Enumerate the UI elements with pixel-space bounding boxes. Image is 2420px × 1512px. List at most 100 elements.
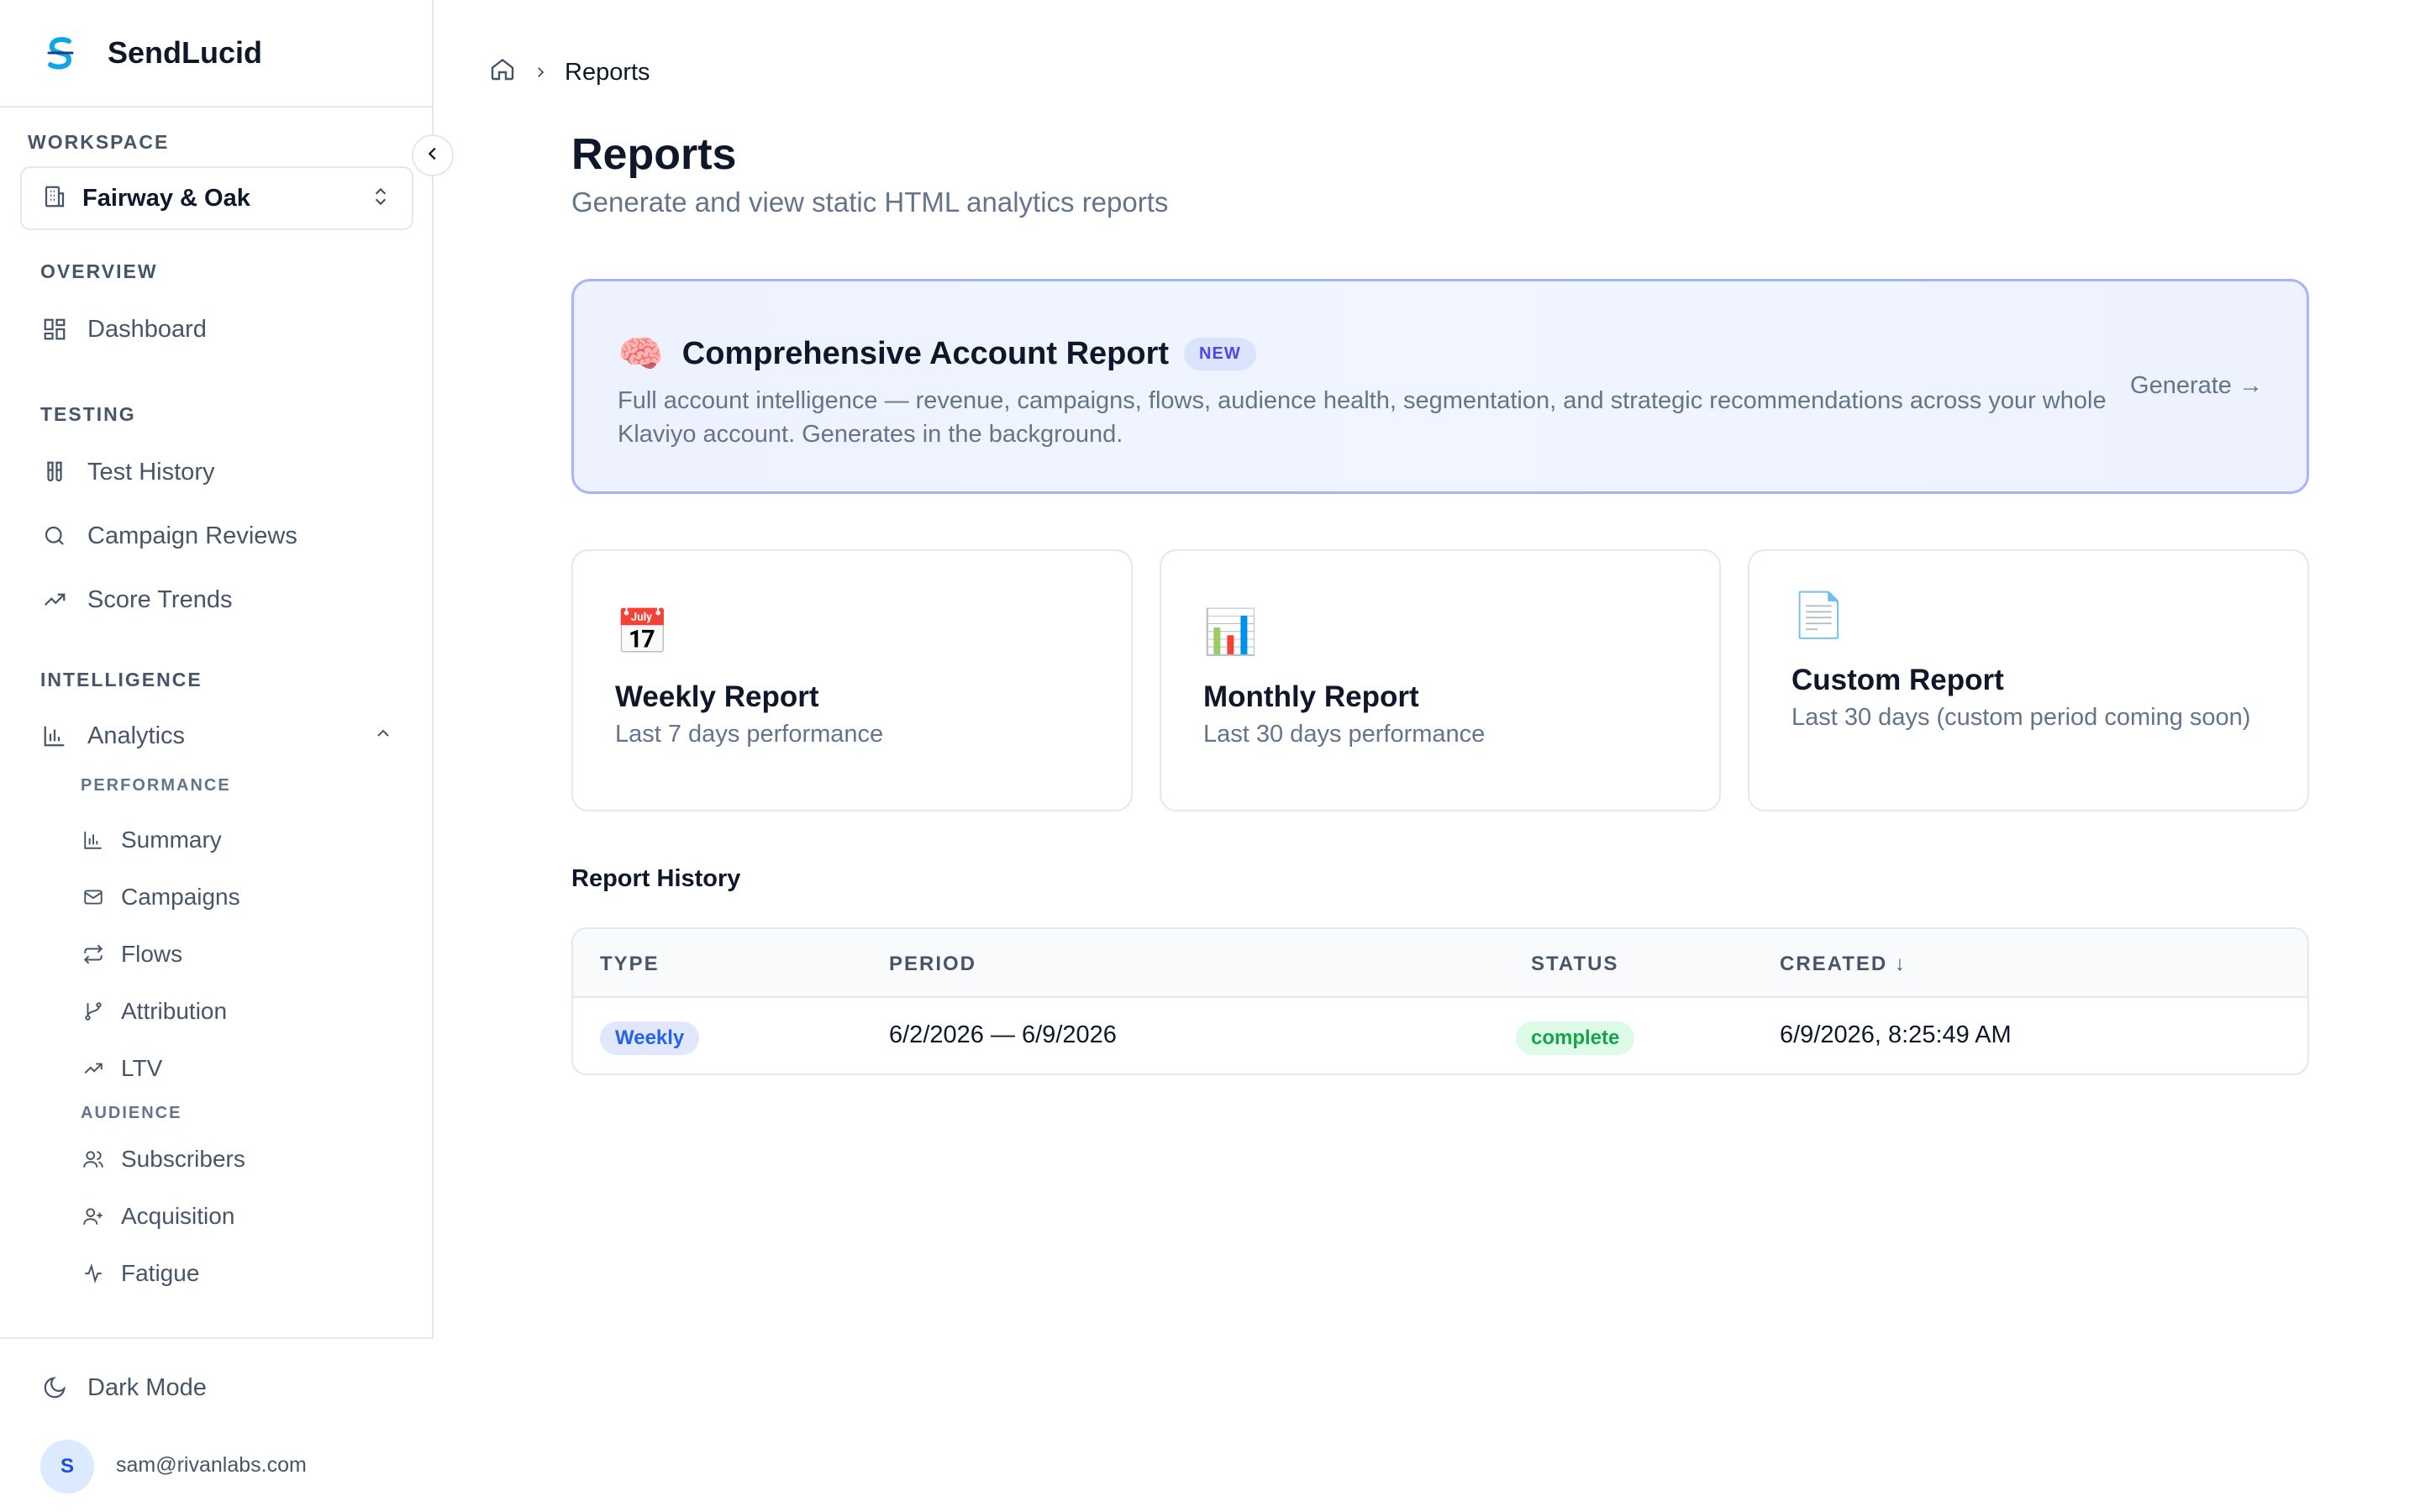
nav-item-test-history[interactable]: Test History (40, 449, 214, 496)
monthly-report-card[interactable]: 📊 Monthly Report Last 30 days performanc… (1160, 549, 1721, 811)
dashboard-icon (40, 315, 69, 344)
calendar-icon: 📅 (615, 608, 670, 657)
nav-item-campaign-reviews[interactable]: Campaign Reviews (40, 512, 297, 559)
workspace-label: WORKSPACE (28, 131, 170, 153)
dark-mode-label: Dark Mode (87, 1373, 207, 1401)
main-content: Reports Reports Generate and view static… (434, 0, 2420, 1512)
brain-icon: 🧠 (618, 333, 664, 375)
building-icon (42, 184, 67, 213)
app-name: SendLucid (108, 35, 263, 70)
card-description: Last 30 days (custom period coming soon) (1791, 704, 2251, 731)
hero-description: Full account intelligence — revenue, cam… (618, 387, 2107, 448)
nav-label: Test History (87, 458, 215, 486)
report-history-title: Report History (571, 865, 741, 892)
nav-label: Acquisition (121, 1203, 235, 1229)
dark-mode-toggle[interactable]: Dark Mode (40, 1364, 207, 1411)
type-badge: Weekly (600, 1021, 700, 1055)
trending-up-icon (40, 585, 69, 614)
test-tubes-icon (40, 458, 69, 486)
column-type[interactable]: TYPE (600, 953, 660, 976)
nav-item-dashboard[interactable]: Dashboard (40, 306, 207, 353)
report-type-cards: 📅 Weekly Report Last 7 days performance … (571, 549, 2309, 811)
brand[interactable]: SendLucid (0, 0, 432, 108)
nav-item-summary[interactable]: Summary (81, 818, 222, 862)
nav-item-flows[interactable]: Flows (81, 932, 182, 976)
workspace-selector[interactable]: Fairway & Oak (20, 166, 413, 230)
nav-label: LTV (121, 1055, 163, 1081)
nav-item-acquisition[interactable]: Acquisition (81, 1194, 234, 1238)
created-cell: 6/9/2026, 8:25:49 AM (1780, 1021, 2012, 1048)
card-title: Weekly Report (615, 680, 819, 713)
nav-label: Score Trends (87, 585, 233, 613)
repeat-icon (81, 942, 106, 967)
hero-title-row: 🧠 Comprehensive Account Report NEW (618, 332, 1256, 375)
group-label-intelligence: INTELLIGENCE (40, 669, 203, 690)
bar-chart-icon: 📊 (1203, 608, 1258, 657)
generate-button[interactable]: Generate → (2130, 372, 2263, 400)
hero-title: Comprehensive Account Report (681, 335, 1170, 371)
moon-icon (40, 1373, 69, 1402)
weekly-report-card[interactable]: 📅 Weekly Report Last 7 days performance (571, 549, 1133, 811)
sub-label-audience: AUDIENCE (81, 1104, 182, 1122)
sendlucid-logo-icon (37, 29, 84, 76)
table-header: TYPE PERIOD STATUS CREATED ↓ (573, 929, 2307, 998)
column-status[interactable]: STATUS (1531, 953, 1618, 976)
nav-item-attribution[interactable]: Attribution (81, 990, 227, 1033)
chevron-right-icon (533, 59, 548, 87)
nav-item-subscribers[interactable]: Subscribers (81, 1137, 245, 1181)
card-title: Monthly Report (1203, 680, 1419, 713)
sub-label-performance: PERFORMANCE (81, 776, 231, 795)
breadcrumb: Reports (489, 55, 650, 89)
chevron-left-icon (424, 144, 442, 167)
nav-item-score-trends[interactable]: Score Trends (40, 576, 232, 623)
avatar[interactable]: S (40, 1440, 94, 1494)
nav-label: Fatigue (121, 1260, 200, 1286)
nav-label: Subscribers (121, 1146, 245, 1172)
breadcrumb-current: Reports (565, 58, 650, 86)
nav-item-campaigns[interactable]: Campaigns (81, 875, 240, 919)
chevron-up-down-icon (370, 184, 392, 213)
card-description: Last 30 days performance (1203, 721, 1486, 748)
nav-label: Attribution (121, 998, 228, 1024)
bar-chart-icon (40, 722, 69, 750)
nav-label: Analytics (87, 722, 186, 749)
nav-label: Dashboard (87, 315, 207, 343)
workspace-name: Fairway & Oak (82, 184, 250, 212)
search-icon (40, 522, 69, 550)
home-icon[interactable] (489, 55, 516, 89)
nav-label: Campaign Reviews (87, 522, 297, 549)
new-badge: NEW (1184, 337, 1256, 370)
document-icon: 📄 (1791, 591, 1846, 640)
group-label-testing: TESTING (40, 403, 136, 425)
status-badge: complete (1516, 1021, 1635, 1055)
git-branch-icon (81, 999, 106, 1024)
nav-label: Flows (121, 941, 183, 967)
custom-report-card[interactable]: 📄 Custom Report Last 30 days (custom per… (1748, 549, 2309, 811)
period-cell: 6/2/2026 — 6/9/2026 (889, 1021, 1117, 1048)
nav-label: Summary (121, 827, 222, 853)
mail-icon (81, 885, 106, 910)
page-title: Reports (571, 130, 737, 179)
sidebar-footer: Dark Mode S sam@rivanlabs.com (0, 1337, 434, 1512)
column-created[interactable]: CREATED ↓ (1780, 953, 1907, 976)
group-label-overview: OVERVIEW (40, 260, 158, 282)
nav-item-ltv[interactable]: LTV (81, 1047, 162, 1090)
report-history-table: TYPE PERIOD STATUS CREATED ↓ Weekly 6/2/… (571, 927, 2309, 1075)
table-row[interactable]: Weekly 6/2/2026 — 6/9/2026 complete 6/9/… (573, 998, 2307, 1074)
chevron-up-icon (373, 722, 393, 750)
bar-chart-icon (81, 827, 106, 853)
page-subtitle: Generate and view static HTML analytics … (571, 186, 1169, 218)
card-title: Custom Report (1791, 664, 2004, 696)
column-period[interactable]: PERIOD (889, 953, 976, 976)
card-description: Last 7 days performance (615, 721, 884, 748)
user-plus-icon (81, 1204, 106, 1229)
nav-item-fatigue[interactable]: Fatigue (81, 1252, 199, 1295)
sidebar: SendLucid WORKSPACE Fairway & Oak OVERVI… (0, 0, 454, 1512)
trending-up-icon (81, 1056, 106, 1081)
nav-item-analytics[interactable]: Analytics (40, 712, 393, 759)
nav-label: Campaigns (121, 884, 240, 910)
user-email: sam@rivanlabs.com (116, 1453, 307, 1477)
collapse-sidebar-button[interactable] (412, 134, 454, 176)
activity-icon (81, 1261, 106, 1286)
comprehensive-report-card[interactable]: 🧠 Comprehensive Account Report NEW Full … (571, 279, 2309, 494)
